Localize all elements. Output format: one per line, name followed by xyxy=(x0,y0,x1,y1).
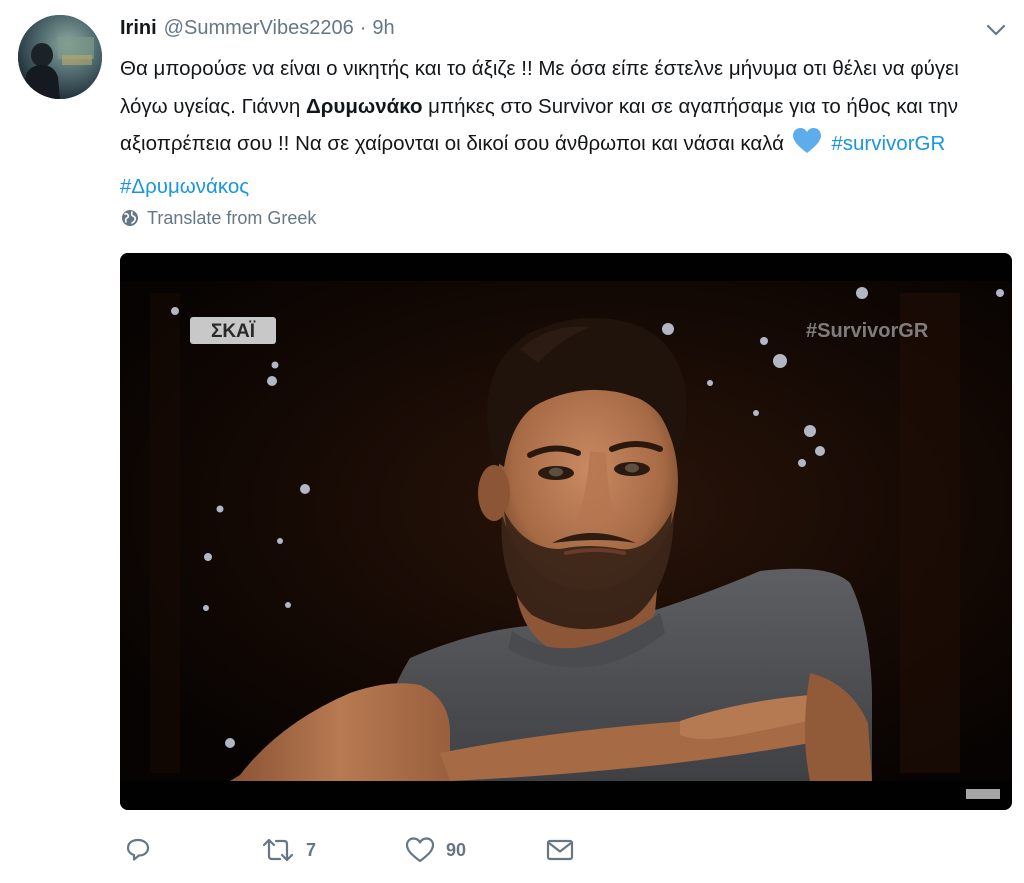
channel-logo: ΣΚΑΪ xyxy=(211,321,256,342)
envelope-icon xyxy=(546,839,574,861)
globe-icon xyxy=(122,210,138,226)
like-button[interactable]: 90 xyxy=(404,832,466,868)
chevron-down-icon xyxy=(986,24,1006,36)
hashtag-survivorgr[interactable]: #survivorGR xyxy=(831,132,945,155)
blue-heart-emoji xyxy=(792,127,822,168)
tweet-actions: 7 90 xyxy=(122,832,622,868)
tweet-header: Irini @SummerVibes2206 · 9h xyxy=(120,14,395,42)
avatar[interactable] xyxy=(18,15,102,99)
hashtag-drymonakos[interactable]: #Δρυμωνάκος xyxy=(120,175,249,198)
translate-label: Translate from Greek xyxy=(147,207,317,228)
author-handle[interactable]: @SummerVibes2206 xyxy=(164,14,354,42)
retweet-count: 7 xyxy=(306,839,317,860)
author-name[interactable]: Irini xyxy=(120,14,157,42)
retweet-icon xyxy=(262,838,294,862)
tweet-media[interactable]: ΣΚΑΪ #SurvivorGR xyxy=(120,253,1012,810)
avatar-image xyxy=(18,15,102,99)
like-count: 90 xyxy=(446,839,467,860)
media-image: ΣΚΑΪ #SurvivorGR xyxy=(120,253,1012,810)
separator-dot: · xyxy=(359,17,367,39)
retweet-button[interactable]: 7 xyxy=(260,832,316,868)
heart-icon xyxy=(405,837,435,863)
tweet: Irini @SummerVibes2206 · 9h Θα μπορούσε … xyxy=(0,0,1024,883)
direct-message-button[interactable] xyxy=(544,832,576,868)
watermark: #SurvivorGR xyxy=(806,320,929,342)
tweet-text: Θα μπορούσε να είναι ο νικητής και το άξ… xyxy=(120,50,1010,205)
timestamp[interactable]: 9h xyxy=(372,14,394,42)
reply-button[interactable] xyxy=(122,832,164,868)
tweet-text-bold: Δρυμωνάκο xyxy=(305,94,423,118)
translate-link[interactable]: Translate from Greek xyxy=(121,205,316,231)
reply-icon xyxy=(126,838,150,861)
more-options-button[interactable] xyxy=(982,18,1010,42)
